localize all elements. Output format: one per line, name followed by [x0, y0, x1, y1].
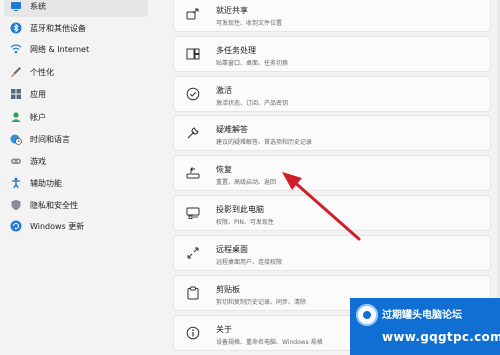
forum-watermark: 过期罐头电脑论坛 www.gqgtpc.com: [350, 298, 500, 355]
forum-logo-icon: [356, 304, 378, 326]
watermark-title: 过期罐头电脑论坛: [382, 310, 462, 321]
watermark-url: www.gqgtpc.com: [382, 330, 500, 344]
